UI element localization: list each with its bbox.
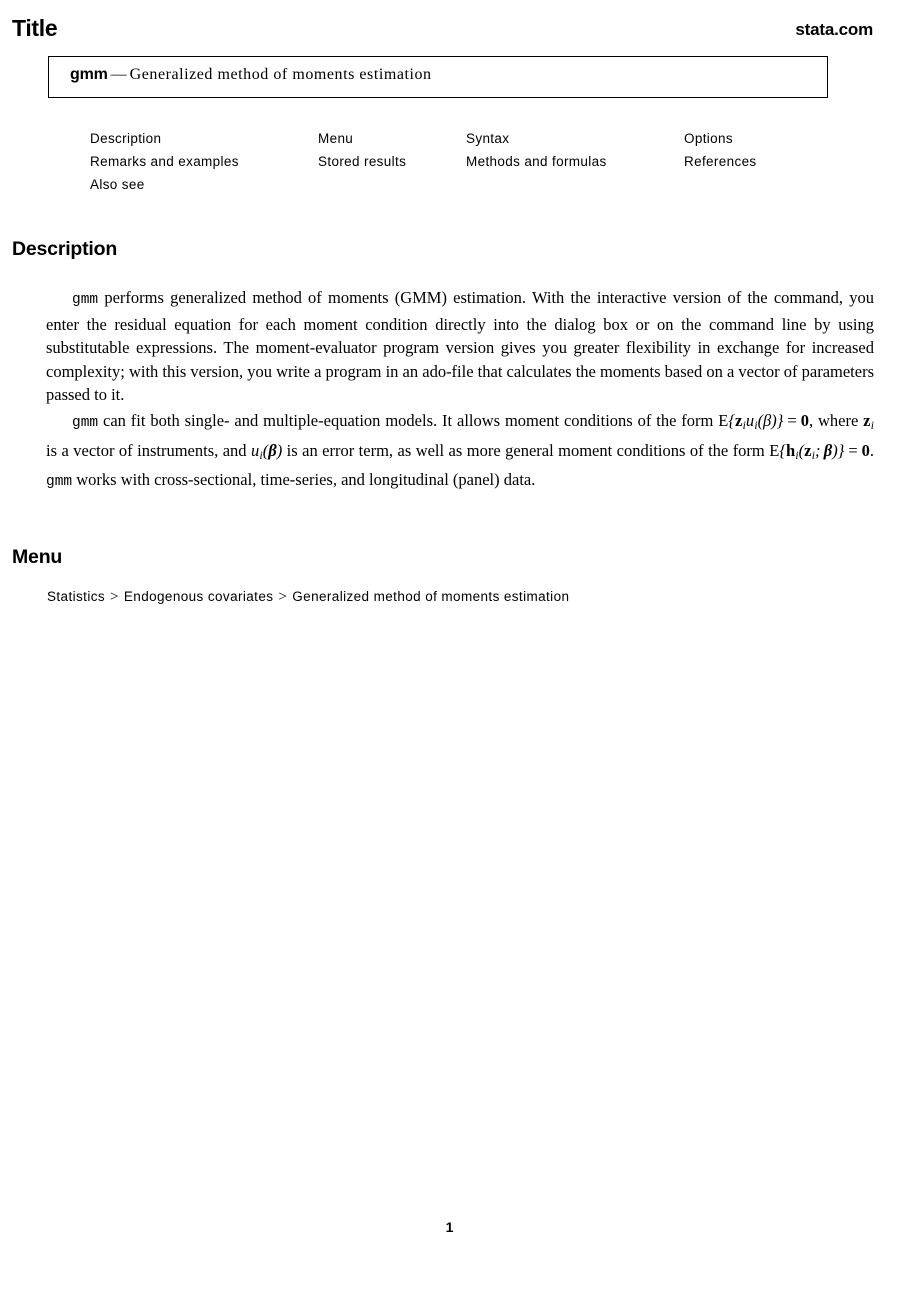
command-dash: — [110,66,127,83]
nav-row: Also see [90,177,850,200]
paragraph-body: , where [808,411,864,430]
nav-row: Remarks and examples Stored results Meth… [90,154,850,177]
page-number: 1 [445,1219,454,1235]
nav-link-references[interactable]: References [684,154,757,169]
inline-command-gmm: gmm [72,415,99,431]
page-title: Title [12,15,58,41]
paragraph-body: performs generalized method of moments (… [46,288,874,404]
nav-row: Description Menu Syntax Options [90,131,850,154]
paragraph-body: is a vector of instruments, and [46,440,251,460]
nav-link-methods-and-formulas[interactable]: Methods and formulas [466,154,607,169]
section-nav-links: Description Menu Syntax Options Remarks … [90,131,850,200]
description-paragraph-1: gmm performs generalized method of momen… [46,286,874,407]
nav-link-remarks-and-examples[interactable]: Remarks and examples [90,154,239,169]
paragraph-body: works with cross-sectional, time-series,… [72,470,536,490]
nav-link-syntax[interactable]: Syntax [466,131,509,146]
description-paragraph-2: gmm can fit both single- and multiple-eq… [46,409,874,495]
paragraph-body: can fit both single- and multiple-equati… [98,411,719,430]
paragraph-body: . [869,440,874,460]
nav-link-description[interactable]: Description [90,131,161,146]
paragraph-text: gmm can fit both single- and multiple-eq… [46,409,874,495]
nav-link-also-see[interactable]: Also see [90,177,145,192]
paragraph-text: gmm performs generalized method of momen… [46,286,874,407]
menu-breadcrumb: Statistics > Endogenous covariates > General… [47,589,569,606]
formula-instrument-vector: zi [863,411,874,433]
nav-link-stored-results[interactable]: Stored results [318,154,406,169]
command-description: Generalized method of moments estimation [129,66,432,83]
breadcrumb-item-statistics: Statistics [47,589,106,604]
formula-error-term: ui(β) [251,440,283,462]
inline-command-gmm: gmm [72,292,99,308]
breadcrumb-item-endogenous-covariates: Endogenous covariates [123,589,274,604]
breadcrumb-separator: > [110,589,119,605]
breadcrumb-item-gmm-estimation: Generalized method of moments estimation [292,589,570,604]
command-title-box: gmm — Generalized method of moments estima… [48,56,828,98]
section-heading-description: Description [12,238,118,260]
nav-link-menu[interactable]: Menu [318,131,353,146]
command-title-inner: gmm — Generalized method of moments estima… [70,66,432,84]
inline-command-gmm: gmm [46,474,73,491]
nav-link-options[interactable]: Options [684,131,733,146]
formula-moment-condition-1: E{ziui(β)} = 0 [718,411,809,433]
command-name: gmm [70,66,108,83]
paragraph-body: is an error term, as well as more genera… [282,440,770,460]
section-heading-menu: Menu [12,546,63,568]
breadcrumb-separator: > [278,589,288,605]
stata-com-link[interactable]: stata.com [795,19,873,41]
page-header: Title stata.com [0,14,899,48]
formula-moment-condition-2: E{hi(zi; β)} = 0 [769,440,870,462]
